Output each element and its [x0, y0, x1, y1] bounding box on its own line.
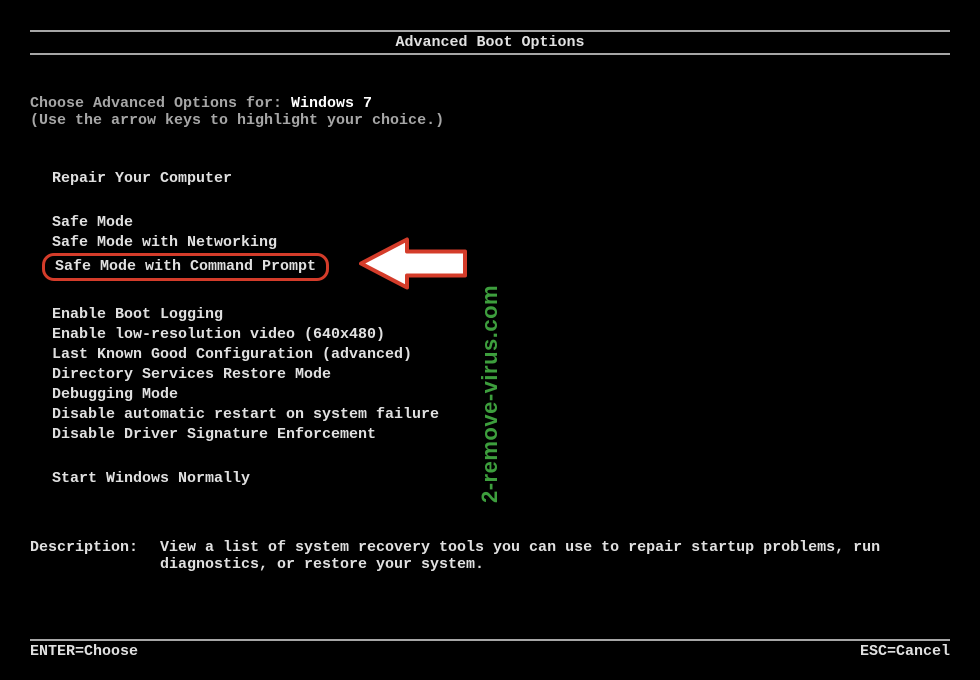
arrow-icon [359, 236, 469, 299]
title-bar: Advanced Boot Options [30, 30, 950, 55]
option-disable-driver-sig[interactable]: Disable Driver Signature Enforcement [52, 425, 376, 445]
option-safe-mode-command-prompt[interactable]: Safe Mode with Command Prompt [42, 253, 329, 281]
footer-esc: ESC=Cancel [860, 643, 950, 660]
option-safe-mode[interactable]: Safe Mode [52, 213, 133, 233]
option-group: Repair Your Computer [52, 169, 950, 189]
description: Description: View a list of system recov… [30, 539, 950, 573]
header-os: Windows 7 [291, 95, 372, 112]
option-group: Safe Mode Safe Mode with Networking Safe… [52, 213, 950, 281]
footer-enter: ENTER=Choose [30, 643, 138, 660]
boot-options: Repair Your Computer Safe Mode Safe Mode… [30, 169, 950, 489]
option-ds-restore-mode[interactable]: Directory Services Restore Mode [52, 365, 331, 385]
option-last-known-good[interactable]: Last Known Good Configuration (advanced) [52, 345, 412, 365]
option-boot-logging[interactable]: Enable Boot Logging [52, 305, 223, 325]
option-group: Enable Boot Logging Enable low-resolutio… [52, 305, 950, 445]
option-safe-mode-networking[interactable]: Safe Mode with Networking [52, 233, 277, 253]
option-group: Start Windows Normally [52, 469, 950, 489]
option-low-res-video[interactable]: Enable low-resolution video (640x480) [52, 325, 385, 345]
header: Choose Advanced Options for: Windows 7 (… [30, 95, 950, 129]
option-debugging-mode[interactable]: Debugging Mode [52, 385, 178, 405]
option-disable-auto-restart[interactable]: Disable automatic restart on system fail… [52, 405, 439, 425]
header-prefix: Choose Advanced Options for: [30, 95, 291, 112]
page-title: Advanced Boot Options [395, 34, 584, 51]
option-start-normally[interactable]: Start Windows Normally [52, 469, 250, 489]
description-label: Description: [30, 539, 160, 573]
option-repair[interactable]: Repair Your Computer [52, 169, 232, 189]
header-hint: (Use the arrow keys to highlight your ch… [30, 112, 950, 129]
description-text: View a list of system recovery tools you… [160, 539, 950, 573]
